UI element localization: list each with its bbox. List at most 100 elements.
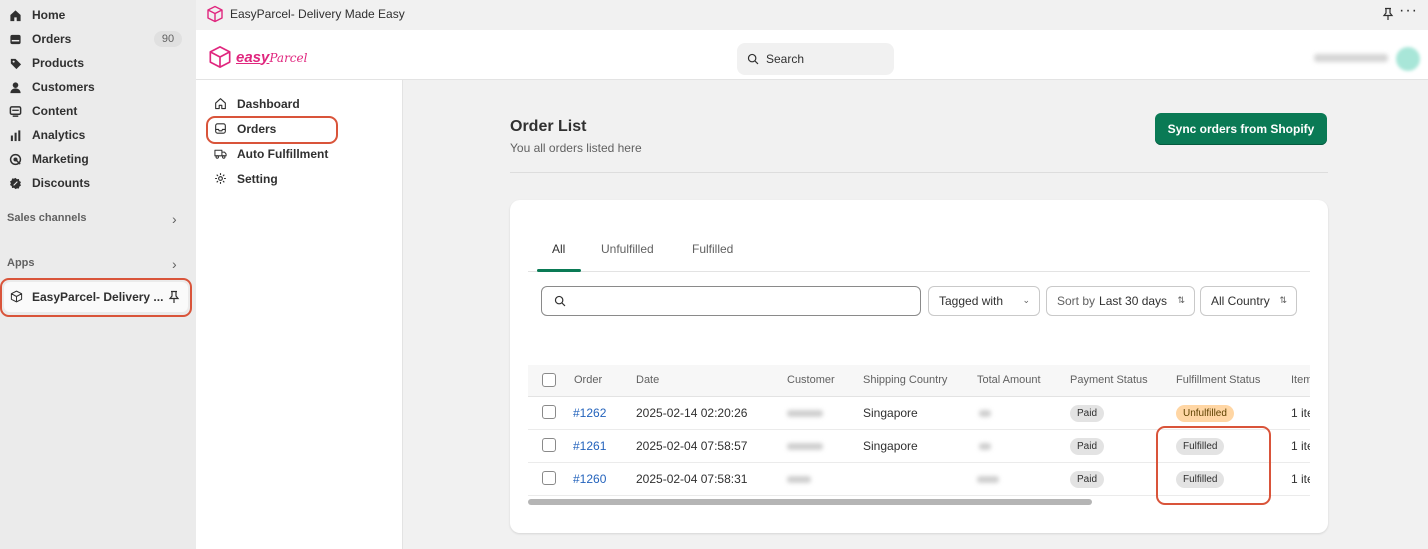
sidebar-item-orders[interactable]: Orders (214, 122, 276, 136)
nav-products[interactable]: Products (8, 52, 84, 74)
total-blurred (977, 476, 999, 483)
easyparcel-logo-icon (206, 5, 224, 23)
item-count: 1 ite (1291, 439, 1310, 453)
item-count: 1 ite (1291, 472, 1310, 486)
tab-fulfilled[interactable]: Fulfilled (692, 242, 733, 256)
inbox-icon (214, 122, 228, 136)
nav-customers[interactable]: Customers (8, 76, 95, 98)
main-content: Order List You all orders listed here Sy… (403, 80, 1428, 549)
shipping-country: Singapore (863, 439, 918, 453)
sync-orders-button[interactable]: Sync orders from Shopify (1155, 113, 1327, 145)
chevron-right-icon[interactable]: › (172, 211, 177, 227)
pin-icon[interactable] (168, 290, 180, 304)
nav-marketing[interactable]: Marketing (8, 148, 89, 170)
row-checkbox[interactable] (542, 405, 556, 419)
customer-blurred (787, 443, 823, 450)
analytics-icon (8, 128, 22, 142)
order-date: 2025-02-14 02:20:26 (636, 406, 748, 420)
app-entry-easyparcel[interactable]: EasyParcel- Delivery ... (4, 282, 188, 312)
table-row[interactable]: #1262 2025-02-14 02:20:26 Singapore Paid… (528, 397, 1310, 430)
order-link[interactable]: #1262 (573, 406, 606, 420)
nav-content[interactable]: Content (8, 100, 77, 122)
col-total-amount[interactable]: Total Amount (977, 374, 1041, 386)
app-title: EasyParcel- Delivery Made Easy (230, 7, 405, 21)
shipping-country: Singapore (863, 406, 918, 420)
brand-script: Parcel (269, 50, 308, 65)
person-icon (8, 80, 22, 94)
order-link[interactable]: #1260 (573, 472, 606, 486)
table-row[interactable]: #1261 2025-02-04 07:58:57 Singapore Paid… (528, 430, 1310, 463)
sales-channels-heading[interactable]: Sales channels (7, 212, 87, 224)
active-tab-indicator (537, 269, 581, 272)
col-item[interactable]: Item (1291, 374, 1310, 386)
total-blurred (979, 443, 991, 450)
col-fulfillment-status[interactable]: Fulfillment Status (1176, 374, 1260, 386)
col-order[interactable]: Order (574, 374, 602, 386)
row-checkbox[interactable] (542, 471, 556, 485)
brand-box-icon (209, 46, 231, 68)
cube-icon (10, 290, 24, 304)
discount-icon (8, 176, 22, 190)
app-header: easyParcel Search (196, 30, 1428, 80)
page-title: Order List (510, 118, 587, 135)
app-sidebar: Dashboard Orders Auto Fulfillment Settin… (196, 80, 403, 549)
tag-icon (8, 56, 22, 70)
col-customer[interactable]: Customer (787, 374, 835, 386)
search-icon (554, 295, 566, 307)
more-icon[interactable]: ··· (1399, 2, 1418, 20)
col-shipping-country[interactable]: Shipping Country (863, 374, 947, 386)
order-date: 2025-02-04 07:58:31 (636, 472, 748, 486)
nav-analytics[interactable]: Analytics (8, 124, 85, 146)
col-payment-status[interactable]: Payment Status (1070, 374, 1148, 386)
payment-status-badge: Paid (1070, 438, 1105, 455)
home-icon (8, 8, 22, 22)
sort-updown-icon: ⇅ (1279, 295, 1287, 305)
pin-icon[interactable] (1382, 7, 1394, 21)
payment-status-badge: Paid (1070, 405, 1105, 422)
fulfillment-status-badge: Unfulfilled (1176, 405, 1234, 422)
avatar[interactable] (1396, 47, 1420, 71)
orders-table: Order Date Customer Shipping Country Tot… (528, 365, 1310, 500)
content-icon (8, 104, 22, 118)
tagged-with-filter[interactable]: Tagged with ⌄ (928, 286, 1040, 316)
tab-all[interactable]: All (552, 242, 565, 256)
sort-select[interactable]: Sort by Last 30 days ⇅ (1046, 286, 1195, 316)
table-row[interactable]: #1260 2025-02-04 07:58:31 Paid Fulfilled… (528, 463, 1310, 496)
order-list-card: All Unfulfilled Fulfilled Tagged with ⌄ … (510, 200, 1328, 533)
user-name-blurred[interactable] (1314, 54, 1388, 62)
select-all-checkbox[interactable] (542, 373, 556, 387)
sort-updown-icon: ⇅ (1177, 295, 1185, 305)
order-tabs: All Unfulfilled Fulfilled (528, 232, 1310, 272)
item-count: 1 ite (1291, 406, 1310, 420)
nav-orders[interactable]: Orders (8, 28, 71, 50)
chevron-right-icon[interactable]: › (172, 256, 177, 272)
search-icon (747, 53, 759, 65)
order-link[interactable]: #1261 (573, 439, 606, 453)
table-header: Order Date Customer Shipping Country Tot… (528, 365, 1310, 397)
order-search-input[interactable] (541, 286, 921, 316)
horizontal-scrollbar[interactable] (528, 499, 1092, 505)
col-date[interactable]: Date (636, 374, 659, 386)
row-checkbox[interactable] (542, 438, 556, 452)
customer-blurred (787, 476, 811, 483)
gear-icon (214, 172, 228, 186)
search-button[interactable]: Search (737, 43, 894, 75)
nav-discounts[interactable]: Discounts (8, 172, 90, 194)
fulfillment-status-badge: Fulfilled (1176, 471, 1225, 488)
order-date: 2025-02-04 07:58:57 (636, 439, 748, 453)
sidebar-item-setting[interactable]: Setting (214, 172, 278, 186)
target-icon (8, 152, 22, 166)
sidebar-item-auto-fulfillment[interactable]: Auto Fulfillment (214, 147, 328, 161)
country-select[interactable]: All Country ⇅ (1200, 286, 1297, 316)
truck-icon (214, 147, 228, 161)
apps-heading[interactable]: Apps (7, 257, 35, 269)
brand-word: easy (236, 48, 270, 66)
nav-home[interactable]: Home (8, 4, 65, 26)
brand-logo[interactable]: easyParcel (208, 45, 307, 69)
app-title-bar: EasyParcel- Delivery Made Easy ··· (196, 0, 1428, 30)
fulfillment-status-badge: Fulfilled (1176, 438, 1225, 455)
orders-count-badge: 90 (154, 31, 182, 47)
page-subtitle: You all orders listed here (510, 141, 642, 155)
tab-unfulfilled[interactable]: Unfulfilled (601, 242, 654, 256)
sidebar-item-dashboard[interactable]: Dashboard (214, 97, 300, 111)
